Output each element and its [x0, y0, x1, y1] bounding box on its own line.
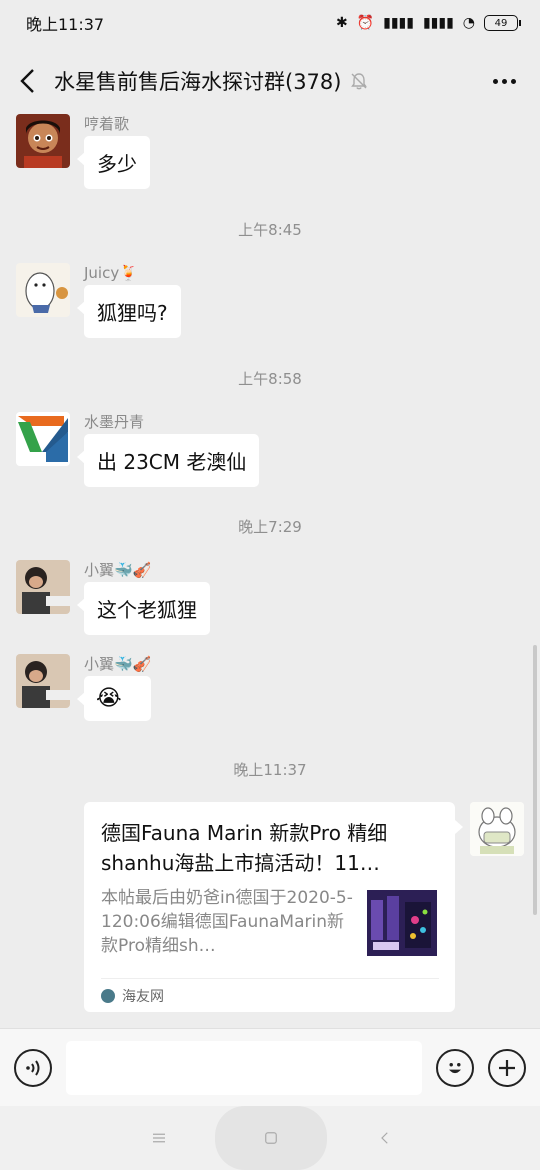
plus-button[interactable]: [488, 1048, 526, 1087]
bluetooth-icon: ✱: [335, 15, 348, 31]
source-name: 海友网: [122, 988, 164, 1005]
message-body: 小翼🐳🎻 这个老狐狸: [77, 560, 210, 635]
message-bubble[interactable]: 多少: [77, 136, 150, 189]
card-content: 本帖最后由奶爸in德国于2020-5-120:06编辑德国FaunaMarin新…: [101, 886, 439, 958]
link-card[interactable]: 德国Fauna Marin 新款Pro 精细shanhu海盐上市搞活动！11… …: [84, 802, 463, 1012]
avatar[interactable]: [16, 114, 70, 168]
more-dot: [492, 78, 498, 84]
message-bubble[interactable]: 这个老狐狸: [77, 582, 210, 635]
status-icons: ✱ ⏰ ▮▮▮▮ ▮▮▮▮ ◔ 49: [335, 15, 521, 31]
message-item: 小翼🐳🎻 😭: [16, 654, 152, 721]
scrollbar[interactable]: [533, 645, 537, 915]
back-nav-button[interactable]: [373, 1126, 397, 1150]
message-body: 哼着歌 多少: [77, 114, 150, 189]
menu-nav-button[interactable]: [147, 1126, 171, 1150]
more-options-button[interactable]: [486, 66, 522, 96]
alarm-icon: ⏰: [356, 15, 375, 31]
sender-name: 小翼🐳🎻: [84, 561, 152, 579]
message-bubble[interactable]: 出 23CM 老澳仙: [76, 434, 260, 487]
message-input[interactable]: [66, 1040, 422, 1095]
signal-icon-2: ▮▮▮▮: [422, 15, 454, 31]
battery-level: 49: [494, 17, 508, 29]
plus-icon: [499, 1059, 515, 1076]
more-dot: [510, 78, 516, 84]
my-avatar[interactable]: [470, 802, 524, 856]
back-button[interactable]: [18, 64, 52, 98]
timestamp: 上午8:45: [238, 221, 302, 239]
wifi-icon: ◔: [462, 15, 475, 31]
message-body: 小翼🐳🎻 😭: [76, 654, 152, 721]
square-icon: [265, 1132, 277, 1144]
timestamp: 上午8:58: [238, 370, 302, 388]
message-item: 水墨丹青 出 23CM 老澳仙: [16, 412, 260, 487]
emoji-button[interactable]: [436, 1048, 474, 1087]
chat-header: 水星售前售后海水探讨群(378): [0, 46, 540, 116]
sender-name: 小翼🐳🎻: [84, 655, 152, 673]
card-source: 海友网: [101, 978, 439, 1012]
message-bubble[interactable]: 😭: [76, 676, 152, 721]
message-item: 小翼🐳🎻 这个老狐狸: [16, 560, 210, 635]
mute-bell-icon: [351, 73, 368, 90]
chat-messages[interactable]: 哼着歌 多少 上午8:45 Juicy🍹 狐狸吗? 上午8:58 水墨丹青 出 …: [0, 112, 540, 1028]
sender-name: 哼着歌: [84, 115, 130, 133]
more-dot: [501, 78, 507, 84]
message-body: 水墨丹青 出 23CM 老澳仙: [76, 412, 260, 487]
message-item: Juicy🍹 狐狸吗?: [16, 263, 181, 338]
message-body: Juicy🍹 狐狸吗?: [77, 263, 181, 338]
battery-icon: 49: [484, 15, 521, 31]
chevron-left-icon: [20, 69, 34, 93]
message-bubble[interactable]: 狐狸吗?: [77, 285, 181, 338]
system-nav-bar: [0, 1106, 540, 1170]
signal-icon: ▮▮▮▮: [383, 15, 414, 31]
card-thumbnail: [367, 890, 437, 956]
avatar[interactable]: [16, 560, 70, 614]
input-bar: [0, 1028, 540, 1106]
status-bar: 晚上11:37 ✱ ⏰ ▮▮▮▮ ▮▮▮▮ ◔ 49: [0, 0, 540, 46]
voice-button[interactable]: [14, 1048, 52, 1087]
sender-name: Juicy🍹: [84, 264, 138, 282]
timestamp: 晚上7:29: [238, 518, 302, 536]
chat-title: 水星售前售后海水探讨群(378): [54, 70, 342, 94]
avatar[interactable]: [16, 412, 70, 466]
card-title: 德国Fauna Marin 新款Pro 精细shanhu海盐上市搞活动！11…: [101, 821, 388, 875]
back-triangle-icon: [381, 1132, 388, 1144]
timestamp: 晚上11:37: [233, 761, 307, 779]
voice-icon: [26, 1059, 40, 1076]
source-logo-icon: [101, 988, 115, 1003]
menu-icon: [153, 1133, 165, 1143]
card-description: 本帖最后由奶爸in德国于2020-5-120:06编辑德国FaunaMarin新…: [101, 888, 353, 956]
smile-icon: [449, 1062, 461, 1073]
avatar[interactable]: [16, 263, 70, 317]
home-nav-button[interactable]: [259, 1126, 283, 1150]
message-item: 哼着歌 多少: [16, 114, 150, 189]
avatar[interactable]: [16, 654, 70, 708]
status-time: 晚上11:37: [26, 15, 105, 34]
sender-name: 水墨丹青: [84, 413, 145, 431]
